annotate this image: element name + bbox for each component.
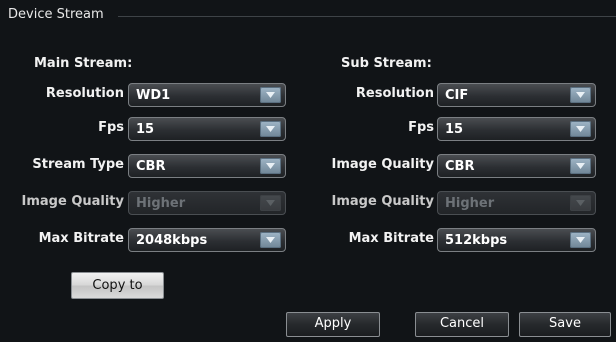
chevron-down-icon[interactable] [570,87,591,103]
sub-max-bitrate-value: 512kbps [445,233,508,248]
main-resolution-value: WD1 [136,88,171,103]
chevron-down-icon[interactable] [570,232,591,248]
main-max-bitrate-select[interactable]: 2048kbps [128,228,286,252]
main-stream-title: Main Stream: [34,56,133,71]
chevron-down-icon[interactable] [260,158,281,174]
main-resolution-select[interactable]: WD1 [128,83,286,107]
main-image-quality-label: Image Quality [21,194,124,209]
chevron-down-icon[interactable] [570,121,591,137]
cancel-button[interactable]: Cancel [415,312,509,337]
chevron-down-icon[interactable] [570,158,591,174]
save-button[interactable]: Save [519,312,611,337]
sub-fps-value: 15 [445,122,464,137]
sub-fps-label: Fps [408,120,434,135]
main-max-bitrate-value: 2048kbps [136,233,208,248]
main-stream-type-value: CBR [136,159,166,174]
chevron-down-icon[interactable] [260,121,281,137]
main-max-bitrate-label: Max Bitrate [38,231,124,246]
main-fps-value: 15 [136,122,155,137]
sub-image-quality-select: Higher [437,191,596,215]
chevron-down-icon[interactable] [260,87,281,103]
device-stream-panel: Device Stream Main Stream: Resolution WD… [0,0,616,342]
sub-resolution-value: CIF [445,88,469,103]
sub-stream-type-select[interactable]: CBR [437,154,596,178]
sub-fps-select[interactable]: 15 [437,117,596,141]
sub-resolution-select[interactable]: CIF [437,83,596,107]
main-resolution-label: Resolution [45,86,124,101]
main-fps-label: Fps [98,120,124,135]
sub-stream-type-value: CBR [445,159,475,174]
apply-button[interactable]: Apply [286,312,380,337]
sub-image-quality-label-2: Image Quality [331,194,434,209]
copy-to-button[interactable]: Copy to [71,272,164,299]
sub-stream-title: Sub Stream: [341,56,432,71]
sub-resolution-label: Resolution [355,86,434,101]
sub-image-quality-value: Higher [445,196,495,211]
main-stream-type-select[interactable]: CBR [128,154,286,178]
main-fps-select[interactable]: 15 [128,117,286,141]
chevron-down-icon[interactable] [260,232,281,248]
main-image-quality-value: Higher [136,196,186,211]
main-stream-type-label: Stream Type [32,157,124,172]
sub-max-bitrate-label: Max Bitrate [348,231,434,246]
group-title: Device Stream [8,7,104,22]
main-image-quality-select: Higher [128,191,286,215]
group-divider [118,16,616,17]
sub-max-bitrate-select[interactable]: 512kbps [437,228,596,252]
chevron-down-icon [260,195,281,211]
sub-image-quality-label: Image Quality [331,157,434,172]
chevron-down-icon [570,195,591,211]
